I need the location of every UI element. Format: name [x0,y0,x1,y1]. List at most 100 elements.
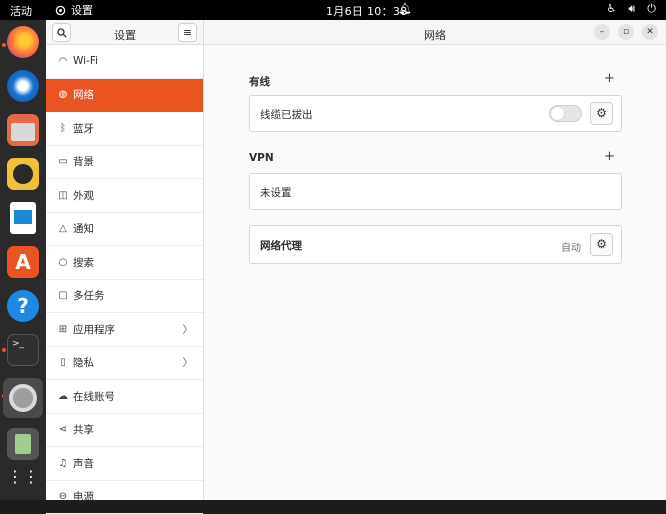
power-icon: ⊖ [56,491,70,502]
wired-toggle[interactable] [549,105,582,122]
sidebar-item-label: 应用程序 [73,322,115,337]
sidebar-item-search[interactable]: ○搜索 [46,246,203,280]
wired-status-label: 线缆已拔出 [260,107,313,122]
sidebar-item-label: 隐私 [73,355,94,370]
sidebar-item-label: 蓝牙 [73,121,94,136]
apps-icon: ⊞ [56,324,70,335]
sidebar-item-label: Wi-Fi [73,55,98,67]
maximize-button[interactable]: ▫ [618,24,634,40]
minimize-button[interactable]: – [594,24,610,40]
sidebar-item-bluetooth[interactable]: ᛒ蓝牙 [46,112,203,146]
vpn-status-label: 未设置 [260,185,292,200]
bluetooth-icon: ᛒ [56,123,70,134]
sidebar-item-appearance[interactable]: ◫外观 [46,179,203,213]
bell-icon[interactable]: 🔔︎ [398,2,412,15]
sidebar-item-background[interactable]: ▭背景 [46,146,203,180]
firefox-icon[interactable] [7,26,39,58]
sidebar-item-label: 声音 [73,456,94,471]
wired-heading: 有线 [249,74,270,89]
rhythmbox-icon[interactable] [7,158,39,190]
writer-icon[interactable] [10,202,36,234]
vpn-heading: VPN [249,152,274,164]
search-icon: ○ [56,257,70,268]
chevron-right-icon: 〉 [183,355,194,370]
share-icon: ⋖ [56,424,70,435]
plus-icon: + [604,149,615,164]
sidebar-item-online-accounts[interactable]: ☁︎在线账号 [46,380,203,414]
sidebar-item-notifications[interactable]: △通知 [46,213,203,247]
sidebar-item-label: 通知 [73,221,94,236]
thunderbird-icon[interactable] [7,70,39,102]
running-indicator [2,348,6,352]
sidebar-item-label: 网络 [73,87,94,102]
accessibility-icon[interactable]: ♿︎ [606,2,616,16]
app-menu[interactable]: 设置 [55,2,93,18]
wifi-icon: ◠ [56,56,70,67]
settings-gear-icon [55,5,66,16]
sidebar-item-applications[interactable]: ⊞应用程序 〉 [46,313,203,347]
proxy-row[interactable]: 网络代理 自动 ⚙︎ [249,225,622,264]
appearance-icon: ◫ [56,190,70,201]
close-button[interactable]: ✕ [642,24,658,40]
trash-icon[interactable] [7,428,39,460]
sidebar-item-network[interactable]: ◍网络 [46,79,203,113]
music-icon: ♫ [56,458,70,469]
dock: A ? >_ ⋮⋮⋮ [0,20,46,500]
proxy-settings-button[interactable]: ⚙︎ [590,233,613,256]
sidebar-item-privacy[interactable]: ▯隐私 〉 [46,347,203,381]
add-wired-button[interactable]: + [604,71,615,86]
clock[interactable]: 1月6日 10：38 [326,3,408,19]
app-name: 设置 [71,2,93,18]
main-panel: 网络 – ▫ ✕ 有线 + 线缆已拔出 ⚙︎ VPN + 未设置 网络代理 自动… [204,20,666,500]
maximize-icon: ▫ [623,27,629,37]
sidebar: 设置 ≡ ◠Wi-Fi ◍网络 ᛒ蓝牙 ▭背景 ◫外观 △通知 ○搜索 ▢多任务… [46,20,204,500]
cloud-icon: ☁︎ [56,391,70,402]
sidebar-item-power[interactable]: ⊖电源 [46,481,203,514]
sidebar-header: 设置 ≡ [46,20,203,45]
network-icon: ◍ [56,89,70,100]
sidebar-item-wifi[interactable]: ◠Wi-Fi [46,45,203,79]
help-icon[interactable]: ? [7,290,39,322]
settings-window: 设置 ≡ ◠Wi-Fi ◍网络 ᛒ蓝牙 ▭背景 ◫外观 △通知 ○搜索 ▢多任务… [46,20,666,500]
terminal-icon[interactable]: >_ [7,334,39,366]
sidebar-item-label: 外观 [73,188,94,203]
system-tray[interactable]: ♿︎ 🔊︎ ⏻ [606,2,656,16]
files-icon[interactable] [7,114,39,146]
menu-button[interactable]: ≡ [178,23,197,42]
volume-icon[interactable]: 🔊︎ [628,2,635,16]
gear-icon: ⚙︎ [596,106,607,120]
wired-settings-button[interactable]: ⚙︎ [590,102,613,125]
show-apps-icon[interactable]: ⋮⋮⋮ [7,462,39,494]
add-vpn-button[interactable]: + [604,149,615,164]
settings-app-icon[interactable] [3,378,43,418]
sidebar-item-label: 共享 [73,422,94,437]
proxy-label: 网络代理 [260,238,302,253]
minimize-icon: – [600,27,605,37]
plus-icon: + [604,71,615,86]
running-indicator [2,43,6,47]
sidebar-item-label: 背景 [73,154,94,169]
close-icon: ✕ [646,27,654,37]
bell-icon: △ [56,223,70,234]
sidebar-item-label: 搜索 [73,255,94,270]
background-icon: ▭ [56,156,70,167]
sidebar-item-label: 在线账号 [73,389,115,404]
sidebar-item-label: 电源 [73,489,94,504]
sidebar-item-sharing[interactable]: ⋖共享 [46,414,203,448]
main-header: 网络 – ▫ ✕ [204,20,666,45]
vpn-card: 未设置 [249,173,622,210]
top-bar: 活动 设置 1月6日 10：38 🔔︎ ♿︎ 🔊︎ ⏻ [0,0,666,20]
multitask-icon: ▢ [56,290,70,301]
sidebar-item-label: 多任务 [73,288,105,303]
activities-button[interactable]: 活动 [10,3,32,19]
wired-card: 线缆已拔出 ⚙︎ [249,95,622,132]
app-center-icon[interactable]: A [7,246,39,278]
power-icon[interactable]: ⏻ [647,2,656,16]
proxy-status: 自动 [561,239,581,254]
privacy-icon: ▯ [56,357,70,368]
chevron-right-icon: 〉 [183,322,194,337]
sidebar-item-multitasking[interactable]: ▢多任务 [46,280,203,314]
sidebar-item-sound[interactable]: ♫声音 [46,447,203,481]
gear-icon: ⚙︎ [596,237,607,251]
hamburger-icon: ≡ [183,26,192,39]
